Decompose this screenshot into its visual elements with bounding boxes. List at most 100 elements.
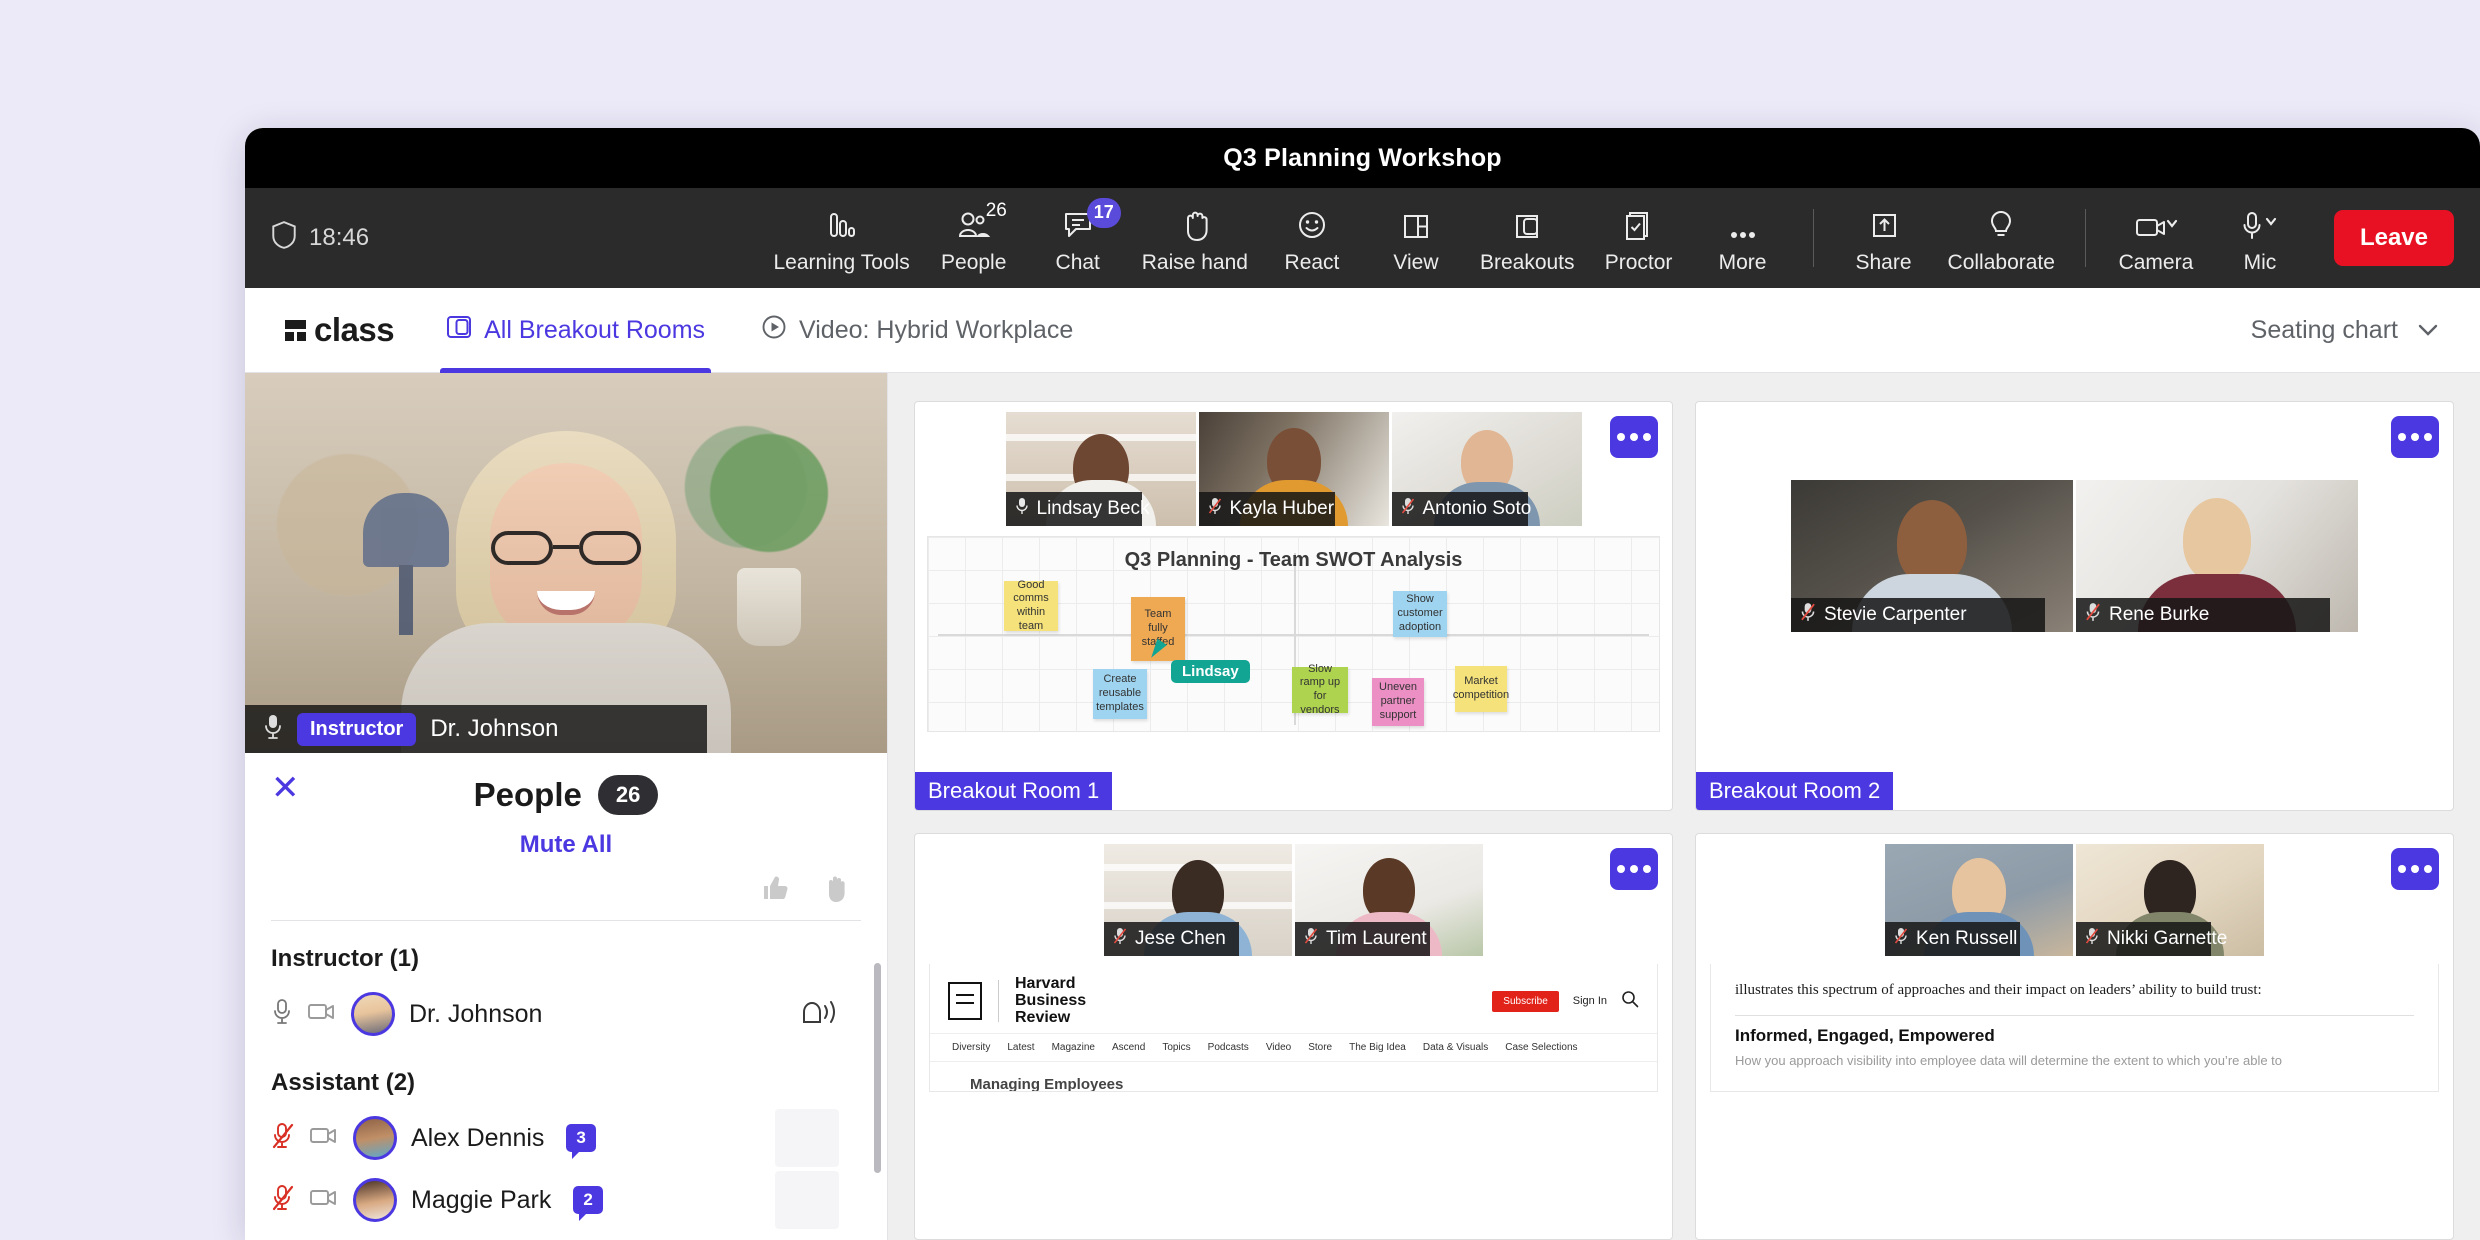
toolbar-label: Learning Tools (774, 251, 910, 275)
microphone-muted-icon (1401, 497, 1415, 521)
participant-action-slot[interactable] (775, 1171, 839, 1229)
participant-name: Stevie Carpenter (1824, 604, 1967, 626)
sticky-note[interactable]: Market competition (1455, 666, 1507, 712)
toolbar-label: People (941, 251, 1006, 275)
toolbar-label: Mic (2244, 251, 2277, 275)
instructor-figure (401, 423, 731, 753)
hbr-header: Harvard Business Review Subscribe Sign I… (930, 964, 1657, 1033)
video-tile-ken-russell[interactable]: Ken Russell (1885, 844, 2073, 956)
microphone-muted-icon (2085, 927, 2099, 951)
breakout-room-3[interactable]: Jese Chen Tim Laurent (914, 833, 1673, 1240)
thumbs-up-icon[interactable] (761, 873, 791, 908)
participant-row-maggie-park[interactable]: Maggie Park 2 (271, 1169, 861, 1231)
toolbar-item-view[interactable]: View (1364, 198, 1468, 279)
raise-hand-icon[interactable] (823, 873, 851, 908)
room-label: Breakout Room 1 (915, 772, 1112, 810)
hbr-brand: Harvard Business Review (1015, 976, 1086, 1027)
seating-chart-dropdown[interactable]: Seating chart (2251, 316, 2440, 345)
chat-count-badge[interactable]: 3 (566, 1124, 595, 1152)
camera-off-icon[interactable] (307, 1001, 337, 1028)
room-options-button[interactable] (1610, 416, 1658, 458)
toolbar-item-learning-tools[interactable]: Learning Tools (762, 198, 922, 279)
video-tile-kayla-huber[interactable]: Kayla Huber (1199, 412, 1389, 526)
toolbar-item-more[interactable]: More (1691, 198, 1795, 279)
camera-off-icon[interactable] (309, 1187, 339, 1214)
hbr-nav-item[interactable]: Ascend (1112, 1042, 1145, 1053)
breakout-room-4[interactable]: Ken Russell Nikki Garnette (1695, 833, 2454, 1240)
participant-row-alex-dennis[interactable]: Alex Dennis 3 (271, 1107, 861, 1169)
whiteboard-swot[interactable]: Q3 Planning - Team SWOT Analysis Good co… (927, 536, 1660, 732)
toolbar-item-collaborate[interactable]: Collaborate (1936, 198, 2067, 279)
video-tile-lindsay-beck[interactable]: Lindsay Beck (1006, 412, 1196, 526)
sticky-note[interactable]: Create reusable templates (1093, 669, 1147, 719)
mute-all-button[interactable]: Mute All (245, 831, 887, 859)
microphone-muted-icon[interactable] (271, 1184, 295, 1217)
microphone-icon[interactable] (271, 998, 293, 1031)
hbr-nav-item[interactable]: Data & Visuals (1423, 1042, 1488, 1053)
tab-video-hybrid-workplace[interactable]: Video: Hybrid Workplace (755, 288, 1079, 373)
chat-unread-badge: 17 (1087, 198, 1121, 228)
close-icon[interactable]: ✕ (271, 771, 300, 805)
microphone-muted-icon (1894, 927, 1908, 951)
video-tile-jese-chen[interactable]: Jese Chen (1104, 844, 1292, 956)
tab-all-breakout-rooms[interactable]: All Breakout Rooms (440, 288, 711, 373)
toolbar-item-people[interactable]: 26 People (922, 198, 1026, 279)
toolbar-item-breakouts[interactable]: Breakouts (1468, 198, 1587, 279)
video-tile-nikki-garnette[interactable]: Nikki Garnette (2076, 844, 2264, 956)
breakout-room-1[interactable]: Lindsay Beck Kayla Huber (914, 401, 1673, 811)
hbr-nav-item[interactable]: Topics (1162, 1042, 1190, 1053)
leave-button[interactable]: Leave (2334, 210, 2454, 266)
people-count-badge: 26 (598, 775, 658, 815)
participant-action-slot[interactable] (775, 1109, 839, 1167)
toolbar-item-raise-hand[interactable]: Raise hand (1130, 198, 1260, 279)
camera-off-icon[interactable] (309, 1125, 339, 1152)
toolbar-item-mic[interactable]: Mic (2208, 198, 2312, 279)
toolbar-item-react[interactable]: React (1260, 198, 1364, 279)
participant-row-dr-johnson[interactable]: Dr. Johnson (271, 983, 861, 1045)
hbr-nav-item[interactable]: Latest (1007, 1042, 1034, 1053)
sticky-note[interactable]: Slow ramp up for vendors (1292, 667, 1348, 713)
hbr-nav-item[interactable]: Video (1266, 1042, 1291, 1053)
hbr-logo-icon (948, 982, 982, 1020)
share-icon (1869, 202, 1899, 242)
hbr-nav-item[interactable]: Podcasts (1208, 1042, 1249, 1053)
shared-document-hbr[interactable]: Harvard Business Review Subscribe Sign I… (929, 964, 1658, 1092)
chat-count-badge[interactable]: 2 (573, 1186, 602, 1214)
hbr-nav-item[interactable]: Diversity (952, 1042, 990, 1053)
toolbar-item-share[interactable]: Share (1832, 198, 1936, 279)
toolbar-divider-2 (2085, 209, 2086, 267)
smiley-icon (1295, 202, 1329, 242)
sticky-note[interactable]: Uneven partner support (1372, 678, 1424, 726)
video-tile-antonio-soto[interactable]: Antonio Soto (1392, 412, 1582, 526)
sign-in-link[interactable]: Sign In (1573, 995, 1607, 1007)
microphone-muted-icon[interactable] (271, 1122, 295, 1155)
participant-name: Tim Laurent (1326, 928, 1427, 950)
instructor-video-tile[interactable]: Instructor Dr. Johnson (245, 373, 887, 753)
shared-document-article[interactable]: illustrates this spectrum of approaches … (1710, 964, 2439, 1092)
video-tile-rene-burke[interactable]: Rene Burke (2076, 480, 2358, 632)
toolbar-label: Chat (1056, 251, 1100, 275)
hbr-nav-item[interactable]: Store (1308, 1042, 1332, 1053)
tile-name-label: Stevie Carpenter (1791, 598, 2045, 632)
avatar (353, 1178, 397, 1222)
toolbar-item-chat[interactable]: 17 Chat (1026, 198, 1130, 279)
hbr-nav-item[interactable]: Case Selections (1505, 1042, 1577, 1053)
seating-chart-label: Seating chart (2251, 316, 2398, 345)
subscribe-button[interactable]: Subscribe (1492, 991, 1558, 1012)
hbr-nav: Diversity Latest Magazine Ascend Topics … (930, 1033, 1657, 1062)
participant-list-scrollbar[interactable] (874, 963, 881, 1173)
search-icon[interactable] (1621, 990, 1639, 1013)
hbr-nav-item[interactable]: The Big Idea (1349, 1042, 1406, 1053)
room-options-button[interactable] (2391, 848, 2439, 890)
chevron-down-icon (2168, 221, 2176, 226)
room-options-button[interactable] (2391, 416, 2439, 458)
room-options-button[interactable] (1610, 848, 1658, 890)
video-tile-stevie-carpenter[interactable]: Stevie Carpenter (1791, 480, 2073, 632)
hbr-nav-item[interactable]: Magazine (1052, 1042, 1095, 1053)
sticky-note[interactable]: Good comms within team (1004, 581, 1058, 631)
sticky-note[interactable]: Show customer adoption (1393, 591, 1447, 637)
breakout-room-2[interactable]: Stevie Carpenter Rene Burke (1695, 401, 2454, 811)
toolbar-item-camera[interactable]: Camera (2104, 198, 2208, 279)
video-tile-tim-laurent[interactable]: Tim Laurent (1295, 844, 1483, 956)
toolbar-item-proctor[interactable]: Proctor (1587, 198, 1691, 279)
